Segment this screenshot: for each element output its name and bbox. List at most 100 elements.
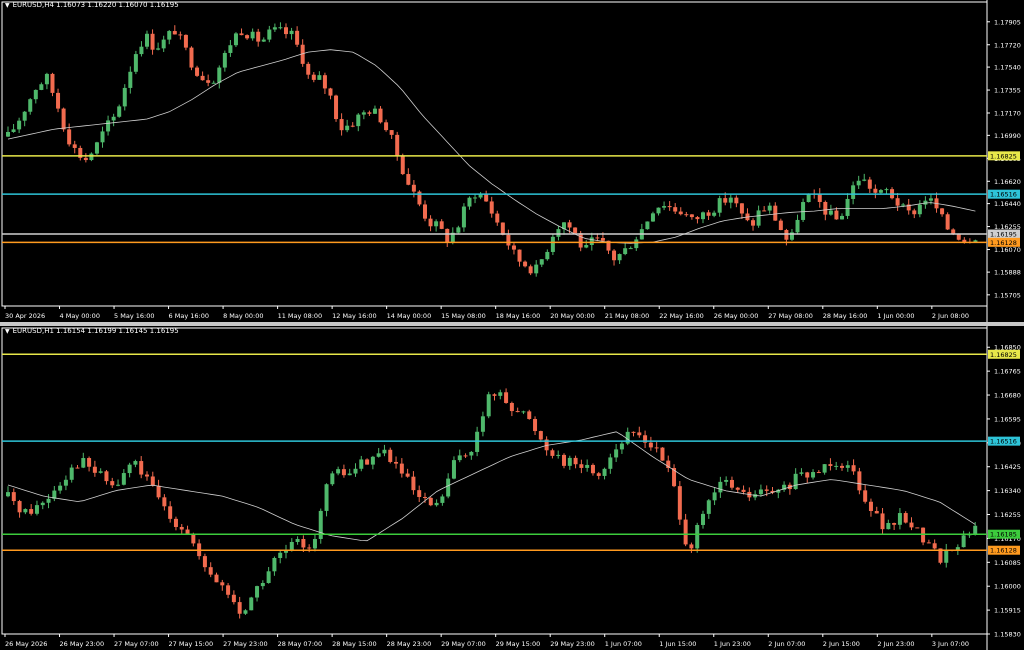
bear-candle [683,519,688,545]
bear-candle [156,485,161,498]
bull-candle [456,227,461,233]
bull-candle [44,73,49,85]
bear-candle [87,458,92,467]
bear-candle [237,602,242,614]
bear-candle [517,249,522,262]
bear-candle [567,222,572,228]
bear-candle [179,526,184,530]
bear-candle [654,447,659,449]
bull-candle [6,492,10,497]
bull-candle [250,31,255,39]
h1-open: 1.16154 [56,327,86,335]
bear-candle [334,95,339,120]
bear-candle [538,431,543,440]
bear-candle [673,207,678,212]
bull-candle [356,114,361,127]
bull-candle [799,472,804,474]
bear-candle [11,492,16,502]
h1-chart-panel[interactable]: 1.168501.167651.166801.165951.165101.164… [0,326,1024,650]
h4-chart-panel[interactable]: 1.17905 1.17720 1.17540 1.17355 1.17170 1.169… [0,0,1024,322]
bear-candle [600,237,605,241]
bear-candle [150,476,155,486]
bear-candle [951,229,956,234]
bull-candle [272,557,277,572]
bear-candle [399,463,404,474]
bull-candle [767,205,772,211]
bear-candle [880,513,885,530]
bull-candle [567,457,572,466]
level-price-label: 1.16195 [990,231,1017,239]
bull-candle [116,484,121,486]
bear-candle [417,490,422,498]
bull-candle [382,449,387,454]
bull-candle [272,27,277,30]
bear-candle [739,203,744,214]
bear-candle [667,206,672,208]
bear-candle [378,108,383,123]
bull-candle [145,33,149,47]
y-tick-label: 1.16000 [994,583,1021,591]
x-tick-label: 28 May 07:00 [278,640,323,648]
collapse-triangle-icon[interactable]: ▼ [5,328,10,335]
bear-candle [596,473,601,476]
h4-chart-svg[interactable]: 1.17905 1.17720 1.17540 1.17355 1.17170 1.169… [0,0,1024,322]
bear-candle [723,198,728,203]
bear-candle [400,155,405,175]
y-tick-label: 1.16595 [994,415,1021,423]
bear-candle [423,204,427,219]
bear-candle [183,34,188,48]
bear-candle [595,237,600,239]
x-tick-label: 26 May 2026 [5,640,47,648]
bear-candle [940,208,945,215]
bull-candle [701,513,705,525]
bear-candle [932,543,937,549]
bull-candle [467,197,472,207]
bear-candle [956,233,961,240]
bull-candle [539,259,544,265]
bear-candle [185,529,190,535]
bull-candle [89,153,94,161]
bear-candle [784,230,789,240]
bull-candle [556,229,561,237]
bull-candle [634,239,639,249]
x-tick-label: 2 Jun 23:00 [877,640,914,648]
collapse-triangle-icon[interactable]: ▼ [5,2,10,9]
bull-candle [845,198,850,216]
bear-candle [509,402,514,412]
bull-candle [545,251,550,260]
level-price-label: 1.16128 [990,547,1017,555]
bear-candle [573,227,578,234]
bear-candle [495,213,500,223]
x-tick-label: 29 May 07:00 [441,640,486,648]
y-tick-label: 1.17355 [994,87,1021,95]
h1-chart-svg[interactable]: 1.168501.167651.166801.165951.165101.164… [0,326,1024,650]
bear-candle [220,582,225,586]
bull-candle [556,454,561,456]
bull-candle [917,204,922,215]
bear-candle [206,80,211,83]
bear-candle [867,179,872,189]
bull-candle [22,111,27,121]
bull-candle [330,473,335,485]
bear-candle [874,510,879,514]
bear-candle [110,481,115,486]
bull-candle [267,29,272,40]
x-tick-label: 28 May 16:00 [823,312,868,320]
x-tick-label: 4 May 00:00 [60,312,100,320]
bear-candle [817,193,822,202]
bear-candle [104,471,109,482]
bull-candle [128,71,133,88]
x-tick-label: 20 May 00:00 [550,312,595,320]
bull-candle [712,212,717,216]
bull-candle [521,411,526,413]
bull-candle [728,197,733,203]
bull-candle [278,27,283,29]
bull-candle [63,479,68,486]
bear-candle [395,134,400,156]
bear-candle [428,497,433,506]
bull-candle [451,460,456,479]
bull-candle [602,468,607,476]
bear-candle [921,527,926,543]
bull-candle [133,54,138,72]
bear-candle [139,461,144,475]
